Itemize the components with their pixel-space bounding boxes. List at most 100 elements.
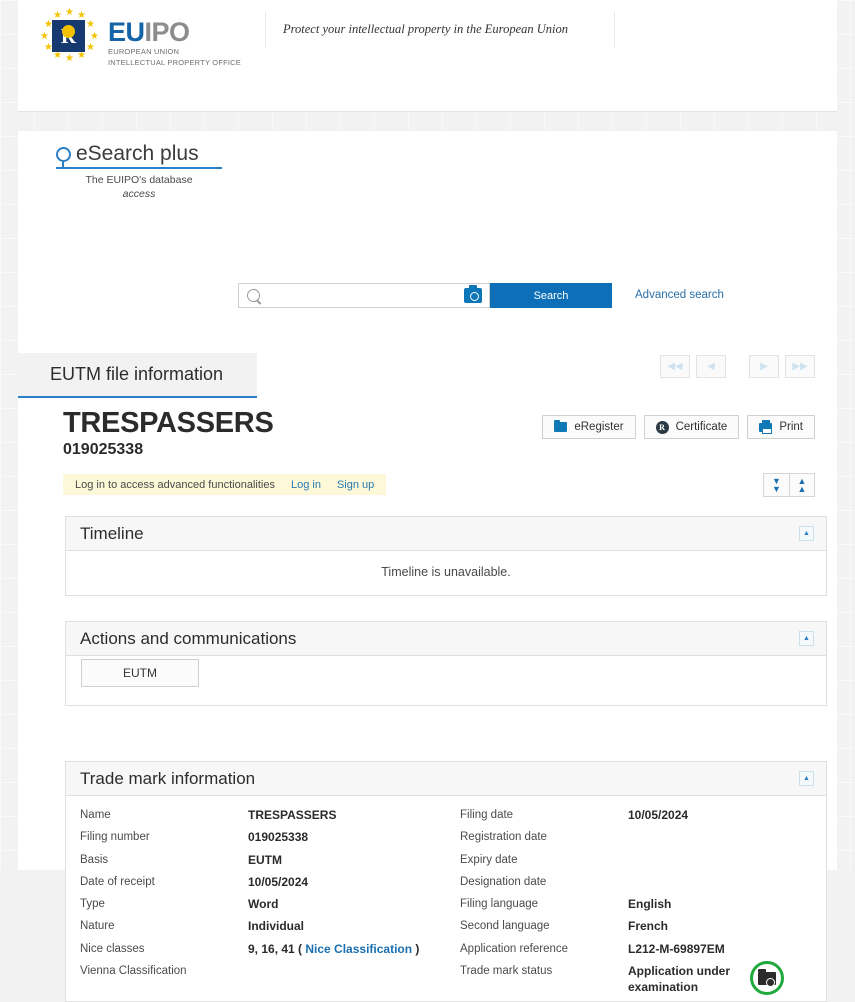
info-label: Second language [460, 920, 550, 933]
info-row: Filing language English [460, 895, 826, 917]
search-input-wrapper[interactable] [238, 283, 490, 308]
logo-dot [62, 25, 75, 38]
info-label: Date of receipt [80, 875, 155, 888]
timeline-section-header: Timeline ▲ [66, 517, 826, 551]
info-row: Registration date [460, 828, 826, 850]
actions-communications-section: Actions and communications ▲ EUTM [65, 621, 827, 706]
info-label: Filing date [460, 809, 514, 821]
info-label: Expiry date [460, 853, 518, 866]
trade-mark-information-section: Trade mark information ▲ Name TRESPASSERS… [65, 761, 827, 1002]
info-row: Nature Individual [80, 917, 446, 939]
login-banner-message: Log in to access advanced functionalitie… [75, 478, 275, 491]
login-banner: Log in to access advanced functionalitie… [63, 474, 387, 495]
info-row: Nice classes 9, 16, 41 ( Nice Classificat… [80, 940, 446, 962]
logo-eu-text: EU [108, 17, 145, 47]
tm-info-collapse-button[interactable]: ▲ [799, 771, 814, 786]
tm-info-left-column: Name TRESPASSERS Filing number 019025338 Bas… [66, 806, 446, 995]
logo-ipo-text: IPO [144, 17, 191, 47]
info-row: Second language French [460, 917, 826, 939]
tm-info-grid: Name TRESPASSERS Filing number 019025338 Bas… [66, 796, 826, 1001]
info-row: Date of receipt 10/05/2024 [80, 873, 446, 895]
collapse-all-button[interactable]: ▲ ▲ [789, 473, 815, 497]
trade-mark-status-icon [750, 961, 784, 996]
info-row: Name TRESPASSERS [80, 806, 446, 828]
nice-classification-link[interactable]: Nice Classification [305, 942, 412, 956]
timeline-section: Timeline ▲ Timeline is unavailable. [65, 516, 827, 596]
info-label: Filing number [80, 831, 150, 844]
info-row: Vienna Classification [80, 962, 446, 984]
certificate-label: Certificate [675, 421, 728, 433]
search-button[interactable]: Search [490, 283, 612, 308]
info-label: Filing language [460, 898, 539, 911]
esearch-plus-logo[interactable]: eSearch plus The EUIPO's database access [56, 142, 222, 201]
file-examination-icon [758, 968, 776, 987]
certificate-button[interactable]: R Certificate [643, 415, 740, 439]
record-action-buttons: eRegister R Certificate Print [542, 415, 815, 439]
pagination-controls: ◀◀ ◀ ▶ ▶▶ [660, 355, 815, 378]
actions-section-header: Actions and communications ▲ [66, 622, 826, 656]
info-value: Word [248, 897, 279, 912]
logo-subtitle-line1: EUROPEAN UNION [108, 47, 180, 56]
tm-info-section-header: Trade mark information ▲ [66, 762, 826, 796]
info-value: 9, 16, 41 ( Nice Classification ) [248, 941, 420, 956]
timeline-unavailable-message: Timeline is unavailable. [381, 565, 511, 579]
info-value: Application under examination [628, 964, 730, 995]
main-panel: eSearch plus The EUIPO's database access… [18, 131, 837, 1002]
info-value: French [628, 919, 669, 934]
info-row: Designation date [460, 873, 826, 895]
eutm-button[interactable]: EUTM [81, 659, 199, 687]
info-label: Vienna Classification [80, 965, 187, 978]
info-label: Basis [80, 853, 109, 866]
actions-collapse-button[interactable]: ▲ [799, 631, 814, 646]
info-label: Application reference [460, 942, 569, 955]
first-page-button[interactable]: ◀◀ [660, 355, 690, 378]
esearch-brand-subtitle: The EUIPO's database [85, 174, 193, 186]
info-value: TRESPASSERS [248, 808, 337, 822]
folder-icon [554, 419, 568, 432]
collapse-all-icon-2: ▲ [797, 484, 807, 494]
info-row: Filing number 019025338 [80, 828, 446, 850]
eregister-button[interactable]: eRegister [542, 415, 636, 439]
magnifier-icon [56, 147, 71, 169]
info-value: 10/05/2024 [248, 874, 309, 889]
info-value: 019025338 [248, 830, 309, 845]
expand-all-icon-2: ▼ [772, 484, 781, 494]
tm-info-section-title: Trade mark information [80, 768, 256, 788]
info-label: Registration date [460, 831, 547, 844]
log-in-link[interactable]: Log in [291, 479, 321, 491]
next-page-button[interactable]: ▶ [749, 355, 779, 378]
logo-subtitle-line2: INTELLECTUAL PROPERTY OFFICE [108, 57, 241, 67]
tab-bar: EUTM file information ◀◀ ◀ ▶ ▶▶ [18, 353, 837, 401]
sign-up-link[interactable]: Sign up [337, 479, 374, 491]
logo-wordmark: EUIPO [108, 18, 241, 46]
eregister-label: eRegister [574, 421, 624, 433]
site-header: ★ ★ ★ ★ ★ ★ ★ ★ ★ ★ ★ ★ R EUIPO EUROPEAN… [18, 0, 837, 112]
tab-eutm-file-information[interactable]: EUTM file information [18, 353, 257, 398]
info-row: Filing date 10/05/2024 [460, 806, 826, 828]
esearch-brand-title: eSearch plus [76, 142, 199, 165]
printer-icon [759, 419, 773, 434]
info-label: Name [80, 809, 111, 821]
camera-icon[interactable] [464, 285, 482, 303]
page-title: TRESPASSERS [63, 407, 274, 439]
header-divider-left [265, 12, 266, 48]
print-button[interactable]: Print [747, 415, 815, 439]
timeline-collapse-button[interactable]: ▲ [799, 526, 814, 541]
header-divider-right [614, 12, 615, 48]
search-input[interactable] [260, 288, 464, 303]
eu-flag-icon: ★ ★ ★ ★ ★ ★ ★ ★ ★ ★ ★ ★ R [40, 7, 99, 64]
advanced-search-link[interactable]: Advanced search [635, 289, 724, 301]
euipo-logo[interactable]: ★ ★ ★ ★ ★ ★ ★ ★ ★ ★ ★ ★ R EUIPO EUROPEAN… [38, 8, 241, 67]
search-icon [247, 289, 260, 302]
info-label: Nice classes [80, 942, 145, 955]
info-value: English [628, 897, 672, 912]
previous-page-button[interactable]: ◀ [696, 355, 726, 378]
last-page-button[interactable]: ▶▶ [785, 355, 815, 378]
info-value: EUTM [248, 852, 282, 867]
info-label: Designation date [460, 875, 547, 888]
expand-all-button[interactable]: ▼ ▼ [763, 473, 789, 497]
info-value: Individual [248, 919, 305, 934]
info-label: Nature [80, 920, 115, 933]
search-bar: eSearch plus The EUIPO's database access [18, 131, 837, 209]
record-title-block: TRESPASSERS 019025338 [63, 407, 274, 459]
